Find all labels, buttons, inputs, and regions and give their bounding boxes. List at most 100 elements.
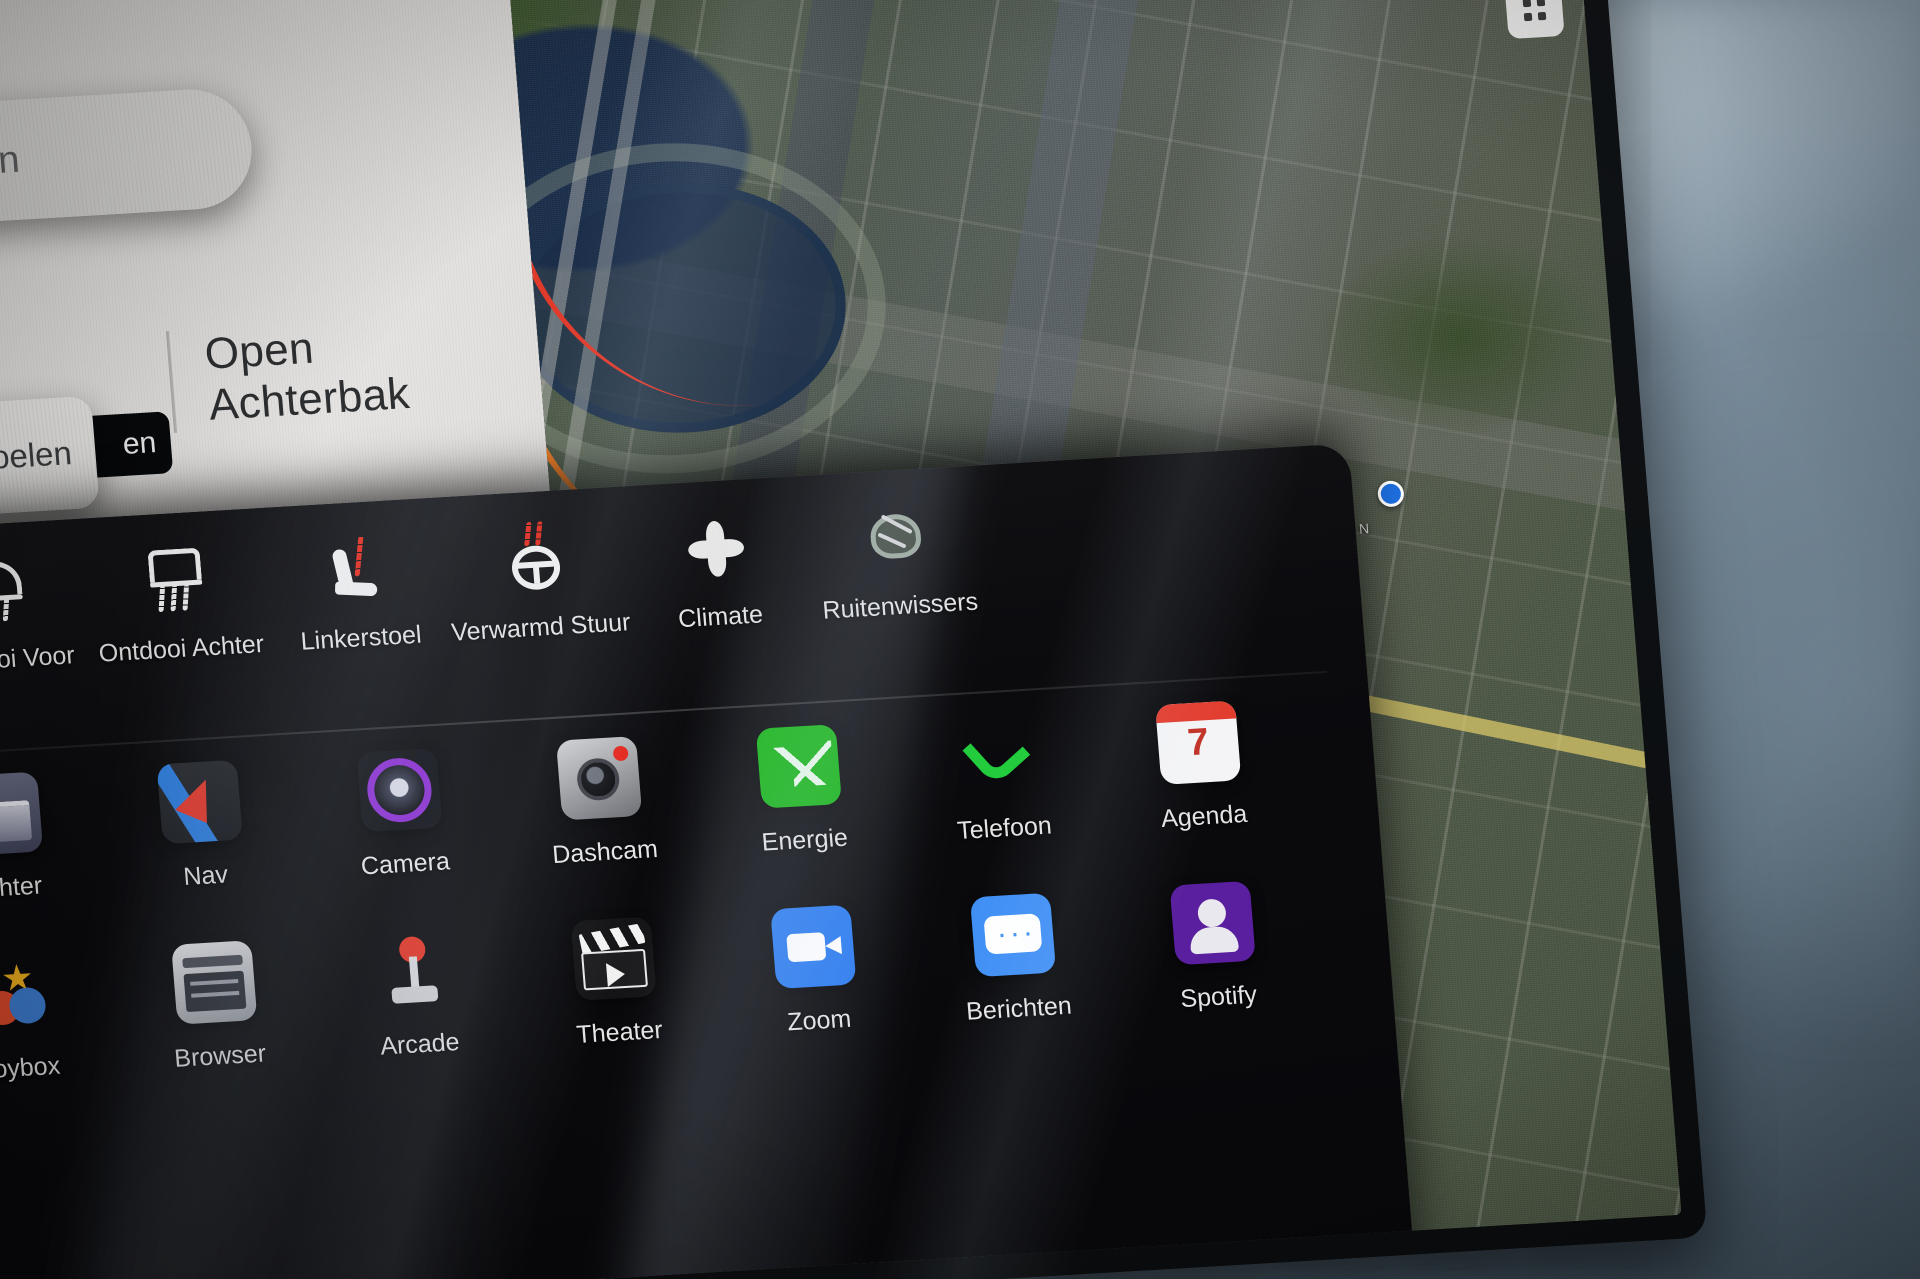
app-label: Arcade: [379, 1027, 461, 1061]
browser-icon: [171, 940, 258, 1025]
phone-handset: [962, 718, 1031, 787]
calendar-header: [1155, 700, 1237, 724]
seat-cushion: [334, 581, 378, 597]
app-label: Camera: [359, 847, 451, 881]
theater-clapperboard-icon: [570, 916, 657, 1001]
browser-page: [183, 970, 247, 1013]
camera-lens: [364, 756, 434, 824]
grid-icon: [1522, 0, 1547, 22]
app-label: Toybox: [0, 1051, 62, 1085]
quick-control-ontdooi-voor[interactable]: Ontdooi Voor: [0, 552, 93, 679]
app-telefoon[interactable]: Telefoon: [895, 709, 1105, 849]
quick-control-climate[interactable]: Climate: [623, 510, 812, 637]
app-label: Nav: [182, 860, 229, 892]
app-energie[interactable]: Energie: [696, 721, 906, 861]
app-label: Agenda: [1159, 799, 1249, 833]
zoom-camera-icon: [770, 904, 857, 990]
app-label: Spotify: [1179, 980, 1258, 1014]
app-label: Zoom: [786, 1004, 853, 1037]
app-achter[interactable]: Achter: [0, 768, 107, 908]
media-icon: [1169, 880, 1256, 966]
wipers-icon: [854, 502, 935, 572]
defrost-front-dome: [0, 560, 23, 598]
defrost-rear-waves: [158, 584, 190, 613]
quick-control-label: Ontdooi Voor: [0, 641, 76, 678]
quick-control-verwarmd-stuur[interactable]: Verwarmd Stuur: [443, 520, 632, 647]
battery-indicator[interactable]: 10 %: [178, 0, 397, 1]
heated-seat-icon: [315, 534, 396, 604]
app-theater[interactable]: Theater: [511, 913, 721, 1053]
media-head: [1196, 898, 1228, 928]
app-berichten[interactable]: Berichten: [910, 889, 1120, 1029]
app-browser[interactable]: Browser: [111, 937, 321, 1077]
arcade-joystick-icon: [371, 928, 457, 1012]
quick-control-ontdooi-achter[interactable]: Ontdooi Achter: [83, 542, 272, 669]
energy-graph-icon: [755, 724, 842, 809]
app-nav[interactable]: Nav: [97, 756, 307, 896]
defrost-front-icon: [0, 556, 37, 626]
app-label: Dashcam: [551, 834, 659, 870]
browser-address-bar: [182, 954, 243, 969]
quick-control-label: Ruitenwissers: [821, 587, 980, 625]
rearview-camera-icon: [0, 771, 44, 857]
windshield-shape: [868, 512, 923, 560]
app-grid: Achter Nav Camera Dashcam Energie Telefo…: [0, 696, 1340, 1089]
battery-percent-label: 10 %: [178, 0, 277, 1]
app-agenda[interactable]: 7 Agenda: [1095, 697, 1305, 837]
navigation-arrow-icon: [156, 759, 243, 845]
app-launcher-drawer[interactable]: Ontdooi Voor Ontdooi Achter Linkerstoel …: [0, 443, 1421, 1279]
fan-icon: [674, 513, 755, 583]
app-label: Theater: [575, 1015, 664, 1049]
app-label: Telefoon: [956, 811, 1053, 846]
app-label: Berichten: [965, 991, 1073, 1026]
app-label: Browser: [173, 1039, 268, 1073]
dashcam-icon: [555, 736, 643, 821]
car-display: 10 % Open Achterbak: [0, 0, 1708, 1279]
heat-waves: [354, 535, 364, 577]
climate-quick-controls-row: Ontdooi Voor Ontdooi Achter Linkerstoel …: [0, 499, 991, 680]
quick-control-ruitenwissers[interactable]: Ruitenwissers: [802, 499, 991, 626]
quick-control-linkerstoel[interactable]: Linkerstoel: [263, 531, 452, 658]
app-label: Achter: [0, 871, 44, 904]
mirror-glass: [0, 800, 33, 844]
calendar-icon: 7: [1155, 700, 1242, 785]
app-spotify[interactable]: Spotify: [1110, 877, 1320, 1017]
heat-waves: [524, 521, 543, 547]
calendar-day-number: 7: [1185, 721, 1211, 765]
photo-of-car-touchscreen: 10 % Open Achterbak: [0, 0, 1920, 1279]
app-arcade[interactable]: Arcade: [311, 925, 521, 1065]
media-body: [1189, 925, 1240, 955]
open-trunk-label-line2: Achterbak: [206, 369, 412, 430]
graph-segment: [790, 740, 835, 787]
open-trunk-control[interactable]: Open Achterbak: [165, 317, 412, 433]
dashcam-lens: [575, 757, 621, 802]
phone-icon: [955, 712, 1041, 796]
navigate-placeholder: Navigeren: [0, 138, 22, 191]
quick-control-label: Linkerstoel: [299, 620, 423, 656]
behind-popup-chip-text: en: [121, 426, 158, 461]
map-layers-button[interactable]: [1504, 0, 1565, 40]
message-bubble: [983, 913, 1043, 955]
defrost-rear-icon: [135, 545, 216, 615]
screen-surface: 10 % Open Achterbak: [0, 0, 1682, 1279]
heat-cool-segmented-control[interactable]: Verhit Koelen: [0, 395, 100, 526]
dashcam-record-dot: [612, 745, 629, 762]
defrost-front-waves: [0, 594, 10, 623]
app-zoom[interactable]: Zoom: [710, 901, 920, 1041]
video-camera-shape: [786, 932, 827, 963]
heated-steering-wheel-icon: [495, 521, 576, 594]
segment-koelen[interactable]: Koelen: [0, 396, 100, 517]
quick-control-label: Climate: [677, 600, 764, 634]
app-label: Energie: [760, 823, 849, 857]
app-toybox[interactable]: ★ Toybox: [0, 948, 122, 1088]
quick-control-label: Ontdooi Achter: [97, 629, 266, 668]
camera-icon: [356, 747, 443, 833]
app-dashcam[interactable]: Dashcam: [496, 732, 706, 872]
defrost-rear-box: [147, 547, 202, 583]
toybox-icon: ★: [0, 952, 58, 1036]
joystick-base: [391, 985, 439, 1004]
quick-control-label: Verwarmd Stuur: [450, 608, 632, 647]
app-camera[interactable]: Camera: [296, 744, 506, 884]
messages-icon: [969, 892, 1057, 978]
play-triangle: [605, 962, 626, 988]
